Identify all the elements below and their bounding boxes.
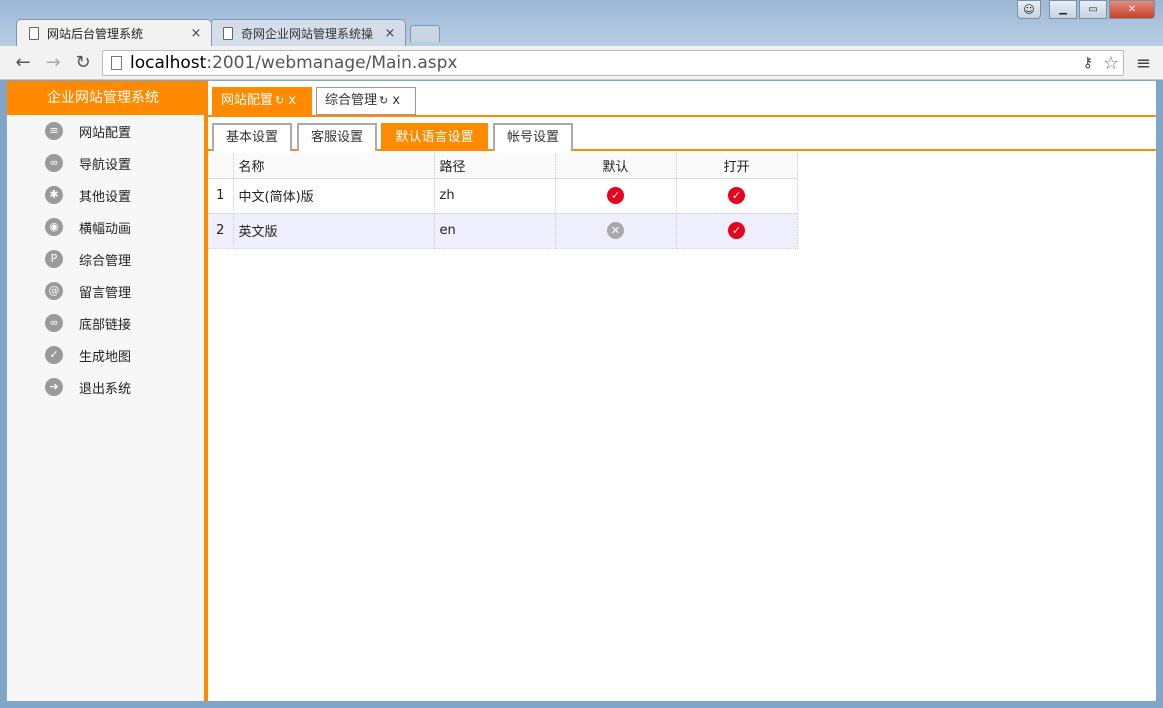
tab-label: 综合管理: [325, 93, 378, 108]
column-header-default: 默认: [555, 153, 677, 179]
key-icon[interactable]: ⚷: [1083, 55, 1093, 71]
sidebar-item-label: 退出系统: [79, 381, 132, 397]
tab-site-config[interactable]: 网站配置 ↻ x: [212, 87, 312, 115]
sidebar-item-label: 留言管理: [79, 285, 132, 301]
tab-general-management[interactable]: 综合管理 ↻ x: [316, 87, 416, 115]
table-row[interactable]: 2 英文版 en ✕ ✓: [208, 213, 798, 249]
cell-open: ✓: [676, 178, 798, 214]
sidebar-item-messages[interactable]: @ 留言管理: [7, 275, 204, 307]
cell-open: ✓: [676, 213, 798, 249]
tab-close-icon[interactable]: x: [392, 93, 400, 108]
sidebar-item-sitemap[interactable]: ✓ 生成地图: [7, 339, 204, 371]
sidebar-item-label: 网站配置: [79, 125, 132, 141]
sidebar-item-label: 横幅动画: [79, 221, 132, 237]
url-host: localhost: [130, 53, 207, 73]
back-icon[interactable]: ←: [12, 52, 34, 74]
cell-name: 中文(简体)版: [233, 178, 435, 214]
page-content: 企业网站管理系统 ≡ 网站配置 ∞ 导航设置 ✱ 其他设置 ◉ 横幅动画 P 综合管理 @…: [7, 81, 1156, 701]
tab-close-icon[interactable]: x: [288, 93, 296, 108]
forward-icon[interactable]: →: [42, 52, 64, 74]
minimize-button[interactable]: ▁: [1049, 0, 1077, 19]
sidebar-item-nav-settings[interactable]: ∞ 导航设置: [7, 147, 204, 179]
cross-icon[interactable]: ✕: [607, 222, 624, 239]
column-header-path: 路径: [434, 153, 556, 179]
refresh-icon[interactable]: ↻: [275, 94, 284, 107]
window-close-button[interactable]: ✕: [1109, 0, 1155, 19]
tab-customer-service[interactable]: 客服设置: [297, 123, 377, 151]
sidebar-item-label: 综合管理: [79, 253, 132, 269]
column-header-name: 名称: [233, 153, 435, 179]
row-index: 2: [208, 213, 234, 249]
check-icon[interactable]: ✓: [728, 222, 745, 239]
cell-name: 英文版: [233, 213, 435, 249]
tab-account-settings[interactable]: 帐号设置: [493, 123, 573, 151]
tab-title: 奇网企业网站管理系统操: [241, 26, 374, 41]
sidebar-item-label: 生成地图: [79, 349, 132, 365]
reload-icon[interactable]: ↻: [72, 52, 94, 74]
check-icon[interactable]: ✓: [728, 187, 745, 204]
sidebar-item-banner[interactable]: ◉ 横幅动画: [7, 211, 204, 243]
link-icon: ∞: [45, 154, 63, 172]
close-icon[interactable]: ×: [189, 26, 203, 41]
sidebar-item-footer-links[interactable]: ∞ 底部链接: [7, 307, 204, 339]
sidebar-item-label: 底部链接: [79, 317, 132, 333]
maximize-button[interactable]: ▭: [1079, 0, 1107, 19]
at-icon: @: [45, 282, 63, 300]
table-row[interactable]: 1 中文(简体)版 zh ✓ ✓: [208, 178, 798, 214]
cell-path: zh: [434, 178, 556, 214]
tab-basic-settings[interactable]: 基本设置: [212, 123, 292, 151]
language-table: 名称 路径 默认 打开 1 中文(简体)版 zh ✓ ✓ 2 英文版 en ✕ …: [208, 153, 798, 249]
sidebar-title: 企业网站管理系统: [7, 81, 204, 115]
sidebar-item-site-config[interactable]: ≡ 网站配置: [7, 115, 204, 147]
star-icon[interactable]: ☆: [1103, 53, 1119, 74]
tab-default-language[interactable]: 默认语言设置: [381, 123, 488, 151]
page-icon: [111, 56, 122, 70]
row-index: 1: [208, 178, 234, 214]
table-header-row: 名称 路径 默认 打开: [208, 153, 798, 179]
sidebar-item-other-settings[interactable]: ✱ 其他设置: [7, 179, 204, 211]
window-controls: ☺ ▁ ▭ ✕: [1017, 0, 1155, 19]
column-header-open: 打开: [676, 153, 798, 179]
sidebar-item-general-management[interactable]: P 综合管理: [7, 243, 204, 275]
config-icon: ≡: [45, 122, 63, 140]
check-icon: ✓: [45, 346, 63, 364]
camera-icon: ◉: [45, 218, 63, 236]
close-icon[interactable]: ×: [383, 26, 397, 41]
window-bottom-edge: [0, 701, 1163, 708]
browser-titlebar: 网站后台管理系统 × 奇网企业网站管理系统操 × ☺ ▁ ▭ ✕: [0, 0, 1163, 46]
user-icon[interactable]: ☺: [1017, 0, 1041, 19]
main-panel: 网站配置 ↻ x 综合管理 ↻ x 基本设置 客服设置 默认语言设置 帐号设置 名称…: [208, 81, 1156, 701]
browser-toolbar: ← → ↻ localhost:2001/webmanage/Main.aspx…: [0, 46, 1163, 80]
p-icon: P: [45, 250, 63, 268]
tab-label: 网站配置: [221, 93, 274, 108]
address-bar[interactable]: localhost:2001/webmanage/Main.aspx ⚷ ☆: [102, 50, 1124, 76]
gear-icon: ✱: [45, 186, 63, 204]
sidebar: 企业网站管理系统 ≡ 网站配置 ∞ 导航设置 ✱ 其他设置 ◉ 横幅动画 P 综合管理 @…: [7, 81, 204, 701]
url-path: :2001/webmanage/Main.aspx: [206, 53, 458, 73]
document-icon: [29, 26, 39, 40]
link-icon: ∞: [45, 314, 63, 332]
sidebar-item-label: 导航设置: [79, 157, 132, 173]
sidebar-item-label: 其他设置: [79, 189, 132, 205]
sidebar-item-logout[interactable]: ➔ 退出系统: [7, 371, 204, 403]
column-header-index: [208, 153, 234, 179]
browser-tab[interactable]: 奇网企业网站管理系统操 ×: [210, 19, 406, 46]
new-tab-button[interactable]: [410, 25, 440, 42]
refresh-icon[interactable]: ↻: [379, 94, 388, 107]
cell-path: en: [434, 213, 556, 249]
tab-title: 网站后台管理系统: [47, 26, 144, 41]
check-icon[interactable]: ✓: [607, 187, 624, 204]
cell-default: ✕: [555, 213, 677, 249]
browser-tab-active[interactable]: 网站后台管理系统 ×: [16, 19, 212, 46]
menu-icon[interactable]: ≡: [1136, 53, 1151, 74]
top-tab-bar: 网站配置 ↻ x 综合管理 ↻ x: [208, 81, 1156, 117]
sub-tab-bar: 基本设置 客服设置 默认语言设置 帐号设置: [208, 117, 1156, 151]
arrow-right-icon: ➔: [45, 378, 63, 396]
document-icon: [223, 26, 233, 40]
cell-default: ✓: [555, 178, 677, 214]
